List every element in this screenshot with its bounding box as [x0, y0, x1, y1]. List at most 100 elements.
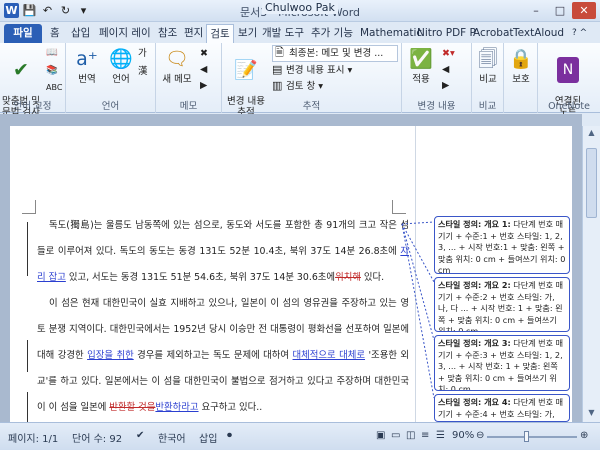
zoom-in-icon[interactable]: ⊕	[580, 430, 588, 441]
document-body[interactable]: 독도(獨島)는 울릉도 남동쪽에 있는 섬으로, 동도와 서도를 포함한 총 9…	[37, 213, 409, 421]
group-changes: ✅ 적용 ✖▾ ◀ ▶ 변경 내용	[402, 43, 472, 113]
tab-view[interactable]: 보기	[238, 24, 257, 43]
group-label-changes: 변경 내용	[417, 101, 456, 112]
deleted-text: 위치해	[335, 272, 361, 283]
style-definition-balloon[interactable]: 스타일 정의: 개요 4: 다단계 번호 매기기 + 수준:4 + 번호 스타일…	[434, 394, 570, 422]
accept-button[interactable]: ✅ 적용	[406, 46, 436, 85]
previous-change-icon[interactable]: ◀	[442, 63, 449, 77]
zoom-out-icon[interactable]: ⊖	[476, 430, 484, 441]
display-review-icon: 🗎	[275, 46, 284, 59]
onenote-icon: N	[557, 57, 579, 83]
reject-change-icon[interactable]: ✖▾	[442, 47, 455, 61]
zoom-slider-thumb[interactable]	[524, 431, 529, 442]
tab-mailings[interactable]: 편지	[184, 24, 203, 43]
word-count-icon[interactable]: ABC	[46, 81, 62, 95]
group-label-language: 언어	[101, 101, 120, 112]
thesaurus-icon[interactable]: 📚	[46, 64, 58, 78]
tab-textaloud[interactable]: TextAloud	[513, 24, 564, 43]
compare-button[interactable]: 🗐 비교	[473, 46, 503, 85]
accept-change-icon: ✅	[409, 48, 433, 70]
proofing-status-icon[interactable]: ✔	[136, 430, 144, 441]
show-markup-label: 변경 내용 표시	[286, 65, 345, 76]
comment-icon: 🗨	[164, 48, 190, 70]
reviewing-pane-icon: ▥	[272, 79, 283, 92]
page-count[interactable]: 페이지: 1/1	[8, 430, 58, 445]
help-icon[interactable]: ? ^	[572, 24, 587, 43]
protect-button[interactable]: 🔒 보호	[506, 46, 536, 85]
text-run: 있고, 서도는 동경 131도 51분 54.6초, 북위 37도 14분 30…	[65, 272, 336, 283]
track-changes-icon: 📝	[234, 59, 258, 81]
compare-icon: 🗐	[478, 48, 498, 70]
close-button[interactable]: ✕	[572, 2, 596, 19]
new-comment-button[interactable]: 🗨 새 메모	[160, 46, 194, 85]
insert-mode[interactable]: 삽입	[199, 430, 217, 445]
protect-label: 보호	[512, 74, 530, 85]
outline-icon[interactable]: ≡	[421, 430, 429, 441]
crop-mark	[22, 200, 36, 214]
hanja-convert-icon[interactable]: 漢	[138, 65, 148, 79]
translate-label: 번역	[78, 74, 96, 85]
full-screen-reading-icon[interactable]: ▭	[391, 430, 400, 441]
tab-review[interactable]: 검토	[206, 24, 234, 43]
tab-home[interactable]: 홈	[50, 24, 60, 43]
display-for-review-value: 최종본: 메모 및 변경 ...	[289, 48, 384, 59]
korean-convert-icon[interactable]: 가	[138, 47, 147, 61]
group-comments: 🗨 새 메모 ✖ ◀ ▶ 메모	[156, 43, 222, 113]
show-markup-button[interactable]: ▤ 변경 내용 표시 ▾	[272, 63, 352, 78]
group-language: a⁺ 번역 🌐 언어 가 漢 언어	[66, 43, 156, 113]
new-comment-label: 새 메모	[162, 74, 192, 85]
balloon-title: 스타일 정의: 개요 3:	[438, 338, 511, 348]
tab-developer[interactable]: 개발 도구	[262, 24, 304, 43]
paragraph-2: 이 섬은 현재 대한민국이 실효 지배하고 있으나, 일본이 이 섬의 영유권을…	[37, 291, 409, 421]
style-definition-balloon[interactable]: 스타일 정의: 개요 2: 다단계 번호 매기기 + 수준:2 + 번호 스타일…	[434, 277, 570, 332]
macro-record-icon[interactable]: ⏺	[227, 430, 232, 441]
lock-icon: 🔒	[509, 48, 533, 70]
inserted-text: 입장을 취한	[87, 350, 134, 361]
scroll-thumb[interactable]	[586, 148, 597, 218]
vertical-scrollbar[interactable]: ▲ ▼	[582, 126, 600, 422]
ribbon-review: ✔ 맞춤법 및 문법 검사 📖 📚 ABC 언어 교정 a⁺ 번역 🌐 언어 가…	[0, 43, 600, 118]
translate-button[interactable]: a⁺ 번역	[72, 46, 102, 85]
group-compare: 🗐 비교 비교	[472, 43, 504, 113]
scroll-up-icon[interactable]: ▲	[583, 128, 600, 137]
tab-file[interactable]: 파일	[4, 24, 42, 43]
group-onenote: N 연결된 노트 OneNote	[538, 43, 600, 118]
show-markup-icon: ▤	[272, 63, 283, 76]
zoom-level[interactable]: 90%	[452, 430, 474, 441]
research-icon[interactable]: 📖	[46, 46, 58, 60]
tab-add-ins[interactable]: 추가 기능	[311, 24, 353, 43]
language-status[interactable]: 한국어	[158, 430, 186, 445]
next-change-icon[interactable]: ▶	[442, 79, 449, 93]
previous-comment-icon[interactable]: ◀	[200, 63, 207, 77]
word-count[interactable]: 단어 수: 92	[72, 430, 122, 445]
reviewing-pane-button[interactable]: ▥ 검토 창 ▾	[272, 79, 323, 94]
compare-label: 비교	[479, 74, 497, 85]
display-for-review-select[interactable]: 🗎 최종본: 메모 및 변경 ...	[272, 45, 398, 62]
tab-page-layout[interactable]: 페이지 레이	[99, 24, 151, 43]
draft-icon[interactable]: ☰	[436, 430, 445, 441]
ribbon-tabs: 파일 홈 삽입 페이지 레이 참조 편지 검토 보기 개발 도구 추가 기능 M…	[0, 22, 600, 43]
group-label-proofing: 언어 교정	[13, 101, 52, 112]
zoom-slider[interactable]	[487, 436, 577, 438]
tab-acrobat[interactable]: Acrobat	[473, 24, 514, 43]
tab-references[interactable]: 참조	[158, 24, 177, 43]
next-comment-icon[interactable]: ▶	[200, 79, 207, 93]
scroll-down-icon[interactable]: ▼	[583, 408, 600, 417]
group-label-compare: 비교	[478, 101, 497, 112]
tab-mathematic[interactable]: Mathematic	[360, 24, 422, 43]
print-layout-icon[interactable]: ▣	[376, 430, 385, 441]
web-layout-icon[interactable]: ◫	[406, 430, 415, 441]
minimize-button[interactable]: –	[524, 2, 548, 19]
group-protect: 🔒 보호	[504, 43, 538, 113]
maximize-button[interactable]: □	[548, 2, 572, 19]
delete-comment-icon[interactable]: ✖	[200, 47, 208, 61]
group-tracking: 📝 변경 내용 추적 🗎 최종본: 메모 및 변경 ... ▤ 변경 내용 표시 ▾…	[222, 43, 402, 118]
balloon-title: 스타일 정의: 개요 1:	[438, 219, 511, 229]
balloon-leader-lines	[401, 221, 435, 399]
style-definition-balloon[interactable]: 스타일 정의: 개요 1: 다단계 번호 매기기 + 수준:1 + 번호 스타일…	[434, 216, 570, 274]
language-button[interactable]: 🌐 언어	[106, 46, 136, 85]
tab-nitro-pdf[interactable]: Nitro PDF P	[417, 24, 476, 43]
tab-insert[interactable]: 삽입	[71, 24, 90, 43]
group-label-tracking: 추적	[302, 101, 321, 112]
style-definition-balloon[interactable]: 스타일 정의: 개요 3: 다단계 번호 매기기 + 수준:3 + 번호 스타일…	[434, 335, 570, 391]
